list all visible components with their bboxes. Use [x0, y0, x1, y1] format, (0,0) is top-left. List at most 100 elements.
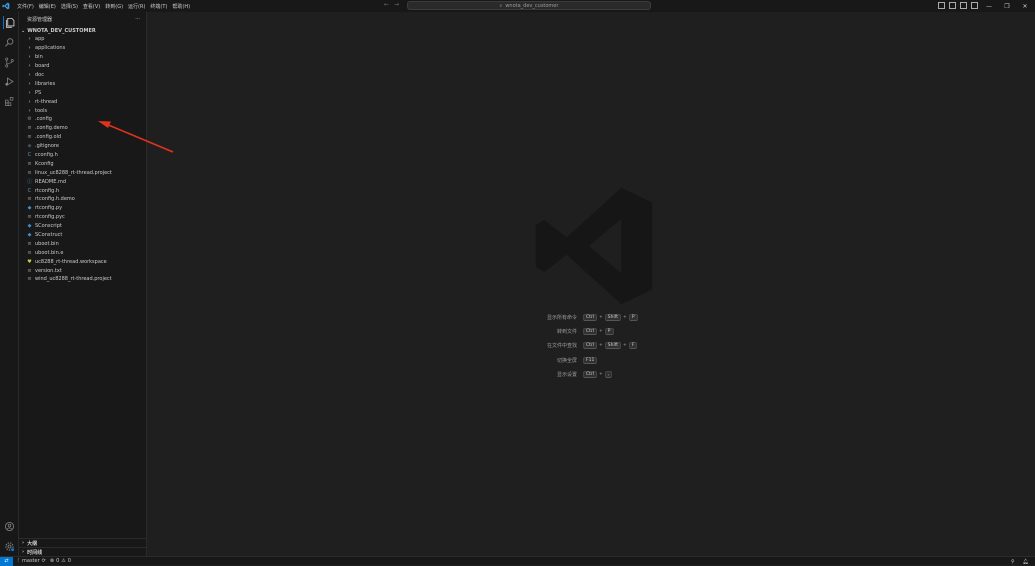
forward-arrow-icon[interactable]: → [394, 1, 399, 8]
run-debug-icon[interactable] [3, 75, 16, 88]
file-tree-item[interactable]: ⚙ .config [19, 115, 146, 124]
menu-item[interactable]: 文件(F) [17, 3, 34, 10]
file-tree-label: SConstruct [35, 232, 63, 239]
menu-item[interactable]: 运行(R) [128, 3, 145, 10]
layout-controls [938, 2, 978, 9]
git-icon: ◆ [27, 143, 32, 150]
file-tree-item[interactable]: Crtconfig.h [19, 186, 146, 195]
lines-icon: ≡ [27, 240, 32, 247]
back-arrow-icon[interactable]: ← [384, 1, 389, 8]
command-center-search[interactable]: ⌕ wnota_dev_customer [407, 1, 651, 10]
window-controls: — ❐ ✕ [980, 0, 1034, 12]
file-tree-item[interactable]: › tools [19, 106, 146, 115]
file-tree-item[interactable]: › libraries [19, 79, 146, 88]
problems-status[interactable]: ⊗ 0 ⚠ 0 [50, 558, 71, 564]
sync-icon[interactable]: ⟳ [42, 558, 46, 564]
file-tree-item[interactable]: ≡ uboot.bin [19, 239, 146, 248]
toggle-sidebar-icon[interactable] [938, 2, 945, 9]
extensions-icon[interactable] [3, 95, 16, 108]
lines-icon: ≡ [27, 196, 32, 203]
file-tree-item[interactable]: ≡ rtconfig.pyc [19, 213, 146, 222]
file-tree-item[interactable]: ⓘ README.md [19, 177, 146, 186]
file-tree-item[interactable]: › board [19, 62, 146, 71]
keycap: Ctrl [583, 313, 598, 321]
sidebar-section-header[interactable]: › 大纲 [19, 538, 147, 547]
c-file-icon: C [27, 152, 32, 159]
branch-status[interactable]: ᚴ master ⟳ [17, 558, 46, 564]
source-control-icon[interactable] [3, 56, 16, 69]
file-tree-item[interactable]: › applications [19, 44, 146, 53]
restore-icon[interactable]: ❐ [998, 0, 1016, 12]
file-tree-item[interactable]: ≡ .config.demo [19, 124, 146, 133]
menu-item[interactable]: 帮助(H) [172, 3, 190, 10]
menu-item[interactable]: 查看(V) [83, 3, 100, 10]
account-icon[interactable] [3, 520, 16, 533]
file-tree-item[interactable]: › PS [19, 88, 146, 97]
menu-item[interactable]: 选择(S) [61, 3, 78, 10]
menu-item[interactable]: 编辑(E) [39, 3, 56, 10]
key-plus: + [599, 328, 603, 334]
file-tree-item[interactable]: ≡ Kconfig [19, 159, 146, 168]
file-tree-item[interactable]: ≡ wind_uc8288_rt-thread.project [19, 275, 146, 284]
file-tree-item[interactable]: ◆ SConscript [19, 222, 146, 231]
shortcut-label: 在文件中查找 [546, 343, 577, 350]
customize-layout-icon[interactable] [971, 2, 978, 9]
file-tree-label: SConscript [35, 223, 62, 230]
toggle-secondary-sidebar-icon[interactable] [960, 2, 967, 9]
vscode-watermark-icon [535, 187, 653, 305]
vscode-logo-icon [0, 0, 12, 12]
chevron-right-icon: › [22, 549, 25, 555]
manage-gear-icon[interactable] [3, 540, 16, 553]
account-status-icon[interactable]: ⚲ [1011, 559, 1015, 565]
chevron-right-icon: › [28, 89, 31, 96]
file-tree-item[interactable]: Ccconfig.h [19, 151, 146, 160]
shortcut-label: 显示所有命令 [546, 314, 577, 321]
explorer-icon[interactable] [3, 16, 16, 29]
file-tree-item[interactable]: ≡ linux_uc8288_rt-thread.project [19, 168, 146, 177]
sidebar-section-header[interactable]: › 时间线 [19, 547, 147, 556]
file-tree-item[interactable]: ≡ rtconfig.h.demo [19, 195, 146, 204]
info-icon: ⓘ [27, 179, 33, 186]
file-tree-item[interactable]: › bin [19, 53, 146, 62]
lines-icon: ≡ [27, 169, 32, 176]
chevron-right-icon: › [28, 54, 31, 61]
shortcut-row: 切换全屏 F11 [527, 353, 727, 367]
lines-icon: ≡ [27, 134, 32, 141]
project-folder-header[interactable]: ⌄ WNOTA_DEV_CUSTOMER [19, 26, 146, 35]
file-tree-item[interactable]: ≡ .config.old [19, 133, 146, 142]
lines-icon: ≡ [27, 267, 32, 274]
file-tree-item[interactable]: ≡ uboot.bin.e [19, 248, 146, 257]
file-tree-label: wind_uc8288_rt-thread.project [35, 276, 112, 283]
lines-icon: ≡ [27, 160, 32, 167]
chevron-right-icon: › [28, 98, 31, 105]
more-actions-icon[interactable]: ··· [135, 16, 140, 22]
search-icon: ⌕ [499, 2, 503, 9]
file-tree-label: rtconfig.pyc [35, 214, 65, 221]
chevron-right-icon: › [28, 36, 31, 43]
search-icon[interactable] [3, 36, 16, 49]
chevron-down-icon: ⌄ [21, 27, 26, 34]
file-tree-label: uc8288_rt-thread.workspace [35, 258, 107, 265]
file-tree-item[interactable]: ◆ SConstruct [19, 231, 146, 240]
file-tree-item[interactable]: ◆ .gitignore [19, 142, 146, 151]
file-tree-item[interactable]: ≡ version.txt [19, 266, 146, 275]
toggle-panel-icon[interactable] [949, 2, 956, 9]
menu-item[interactable]: 终端(T) [150, 3, 167, 10]
branch-icon: ᚴ [17, 558, 21, 564]
file-tree-item[interactable]: › doc [19, 71, 146, 80]
remote-indicator-icon[interactable]: ⇄ [0, 556, 13, 566]
menu-item[interactable]: 转到(G) [105, 3, 123, 10]
heart-icon: ♥ [27, 258, 32, 265]
python-icon: ◆ [27, 205, 32, 212]
gear-icon: ⚙ [27, 116, 32, 123]
close-icon[interactable]: ✕ [1016, 0, 1034, 12]
keycap: F [628, 342, 638, 350]
file-tree-item[interactable]: ◆ rtconfig.py [19, 204, 146, 213]
file-tree-item[interactable]: ♥ uc8288_rt-thread.workspace [19, 257, 146, 266]
notifications-bell-icon[interactable]: 🔔︎ [1023, 559, 1029, 565]
file-tree-label: .gitignore [35, 143, 59, 150]
file-tree-label: app [35, 36, 45, 43]
file-tree-item[interactable]: › app [19, 35, 146, 44]
minimize-icon[interactable]: — [980, 0, 998, 12]
file-tree-item[interactable]: › rt-thread [19, 97, 146, 106]
